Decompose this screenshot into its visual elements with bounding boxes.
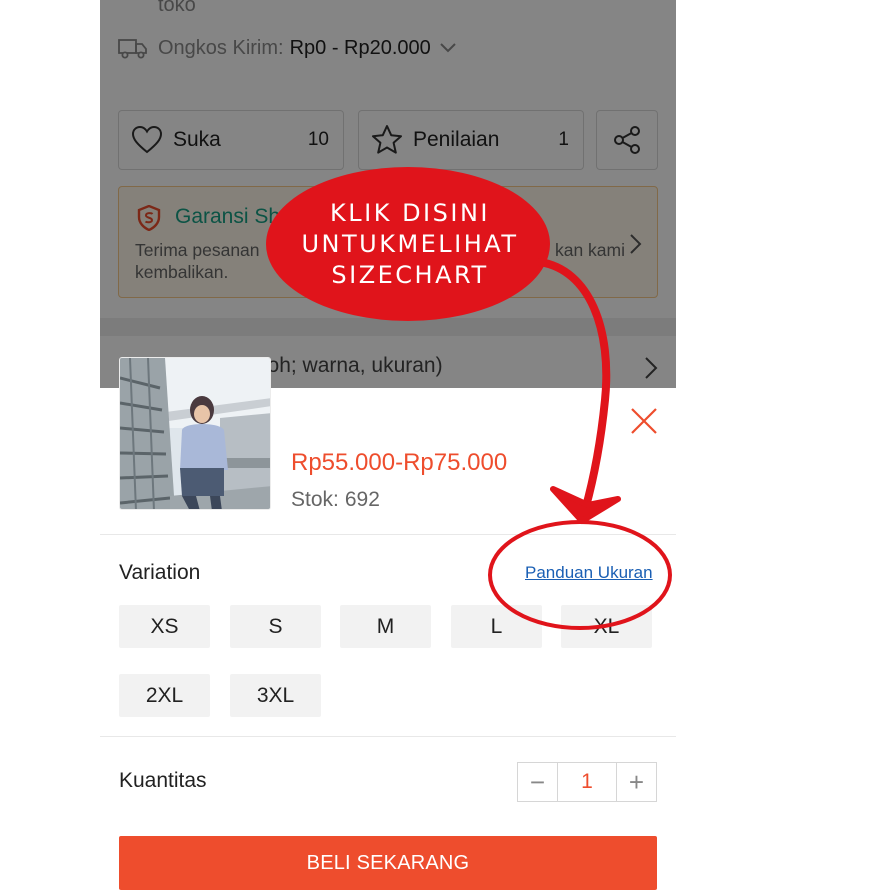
buy-now-button[interactable]: BELI SEKARANG xyxy=(119,836,657,890)
annotation-line-1: KLIK DISINI xyxy=(330,199,490,227)
stock-value: 692 xyxy=(344,488,380,511)
annotation-line-3: SIZECHART xyxy=(331,261,489,289)
annotation-text: KLIK DISINI UNTUKMELIHAT SIZECHART xyxy=(270,198,550,291)
size-option-l[interactable]: L xyxy=(451,605,542,648)
quantity-label: Kuantitas xyxy=(119,769,207,792)
product-price: Rp55.000-Rp75.000 xyxy=(291,449,508,476)
quantity-increment-button[interactable]: + xyxy=(617,763,656,801)
size-option-3xl[interactable]: 3XL xyxy=(230,674,321,717)
divider xyxy=(100,534,676,535)
close-icon[interactable] xyxy=(628,405,660,437)
variation-label: Variation xyxy=(119,561,201,584)
divider xyxy=(100,736,676,737)
size-option-xl[interactable]: XL xyxy=(561,605,652,648)
size-option-m[interactable]: M xyxy=(340,605,431,648)
stock-label: Stok: xyxy=(291,488,339,511)
quantity-stepper: − 1 + xyxy=(517,762,657,802)
quantity-value[interactable]: 1 xyxy=(557,763,617,801)
modal-backdrop[interactable] xyxy=(100,0,676,388)
quantity-decrement-button[interactable]: − xyxy=(518,763,557,801)
product-image xyxy=(119,357,271,510)
stock-info: Stok: 692 xyxy=(291,488,380,512)
size-option-2xl[interactable]: 2XL xyxy=(119,674,210,717)
annotation-line-2: UNTUKMELIHAT xyxy=(301,230,519,258)
size-option-xs[interactable]: XS xyxy=(119,605,210,648)
screen: toko Ongkos Kirim: Rp0 - Rp20.000 Suka 1… xyxy=(0,0,893,893)
size-option-s[interactable]: S xyxy=(230,605,321,648)
size-guide-link[interactable]: Panduan Ukuran xyxy=(525,563,653,583)
